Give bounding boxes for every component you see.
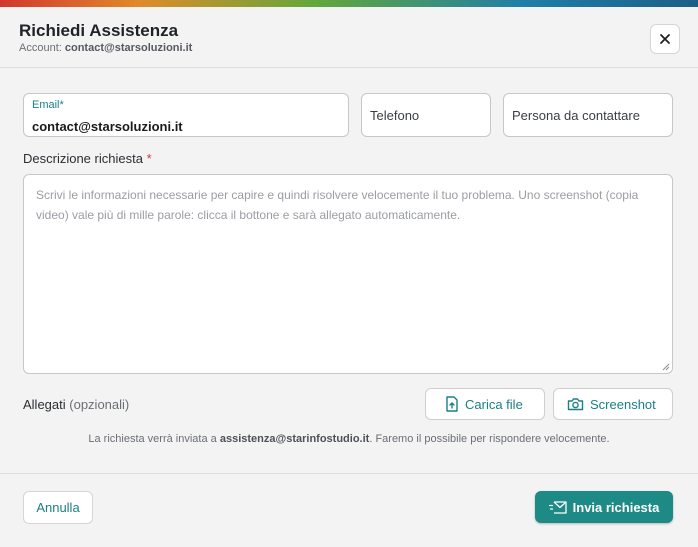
- contact-person-placeholder: Persona da contattare: [512, 108, 640, 123]
- cancel-button[interactable]: Annulla: [23, 491, 93, 524]
- account-line: Account: contact@starsoluzioni.it: [19, 42, 192, 54]
- email-label: Email*: [32, 99, 64, 111]
- required-mark: *: [146, 151, 152, 166]
- info-prefix: La richiesta verrà inviata a: [88, 433, 217, 445]
- close-icon: [660, 34, 670, 44]
- description-placeholder: Scrivi le informazioni necessarie per ca…: [36, 188, 639, 222]
- screenshot-button[interactable]: Screenshot: [553, 388, 673, 420]
- phone-field[interactable]: Telefono: [361, 93, 491, 137]
- phone-placeholder: Telefono: [370, 108, 420, 123]
- info-suffix: . Faremo il possibile per rispondere vel…: [369, 433, 610, 445]
- cancel-label: Annulla: [36, 500, 80, 515]
- description-label-text: Descrizione richiesta: [23, 151, 143, 166]
- upload-file-label: Carica file: [465, 396, 523, 412]
- send-mail-icon: [548, 500, 567, 514]
- attachments-optional: (opzionali): [69, 397, 130, 412]
- file-upload-icon: [446, 396, 458, 412]
- resize-handle-icon[interactable]: [662, 363, 670, 371]
- description-textarea[interactable]: Scrivi le informazioni necessarie per ca…: [23, 174, 673, 374]
- contact-person-field[interactable]: Persona da contattare: [503, 93, 673, 137]
- screenshot-label: Screenshot: [590, 396, 656, 412]
- account-label: Account:: [19, 42, 62, 54]
- email-field[interactable]: Email* contact@starsoluzioni.it: [23, 93, 349, 137]
- dialog-title: Richiedi Assistenza: [19, 21, 179, 40]
- upload-file-button[interactable]: Carica file: [425, 388, 545, 420]
- attachments-label: Allegati (opzionali): [23, 397, 129, 412]
- dialog-header: Richiedi Assistenza Account: contact@sta…: [0, 7, 698, 68]
- brand-gradient-bar: [0, 0, 698, 7]
- support-email: assistenza@starinfostudio.it: [219, 433, 370, 445]
- description-label: Descrizione richiesta *: [23, 151, 152, 166]
- attachments-label-text: Allegati: [23, 397, 66, 412]
- email-value: contact@starsoluzioni.it: [32, 119, 183, 134]
- send-request-button[interactable]: Invia richiesta: [535, 491, 673, 523]
- camera-icon: [567, 398, 584, 411]
- account-value: contact@starsoluzioni.it: [64, 42, 193, 54]
- close-button[interactable]: [650, 24, 680, 54]
- send-label: Invia richiesta: [572, 499, 660, 515]
- info-message: La richiesta verrà inviata a assistenza@…: [0, 433, 698, 445]
